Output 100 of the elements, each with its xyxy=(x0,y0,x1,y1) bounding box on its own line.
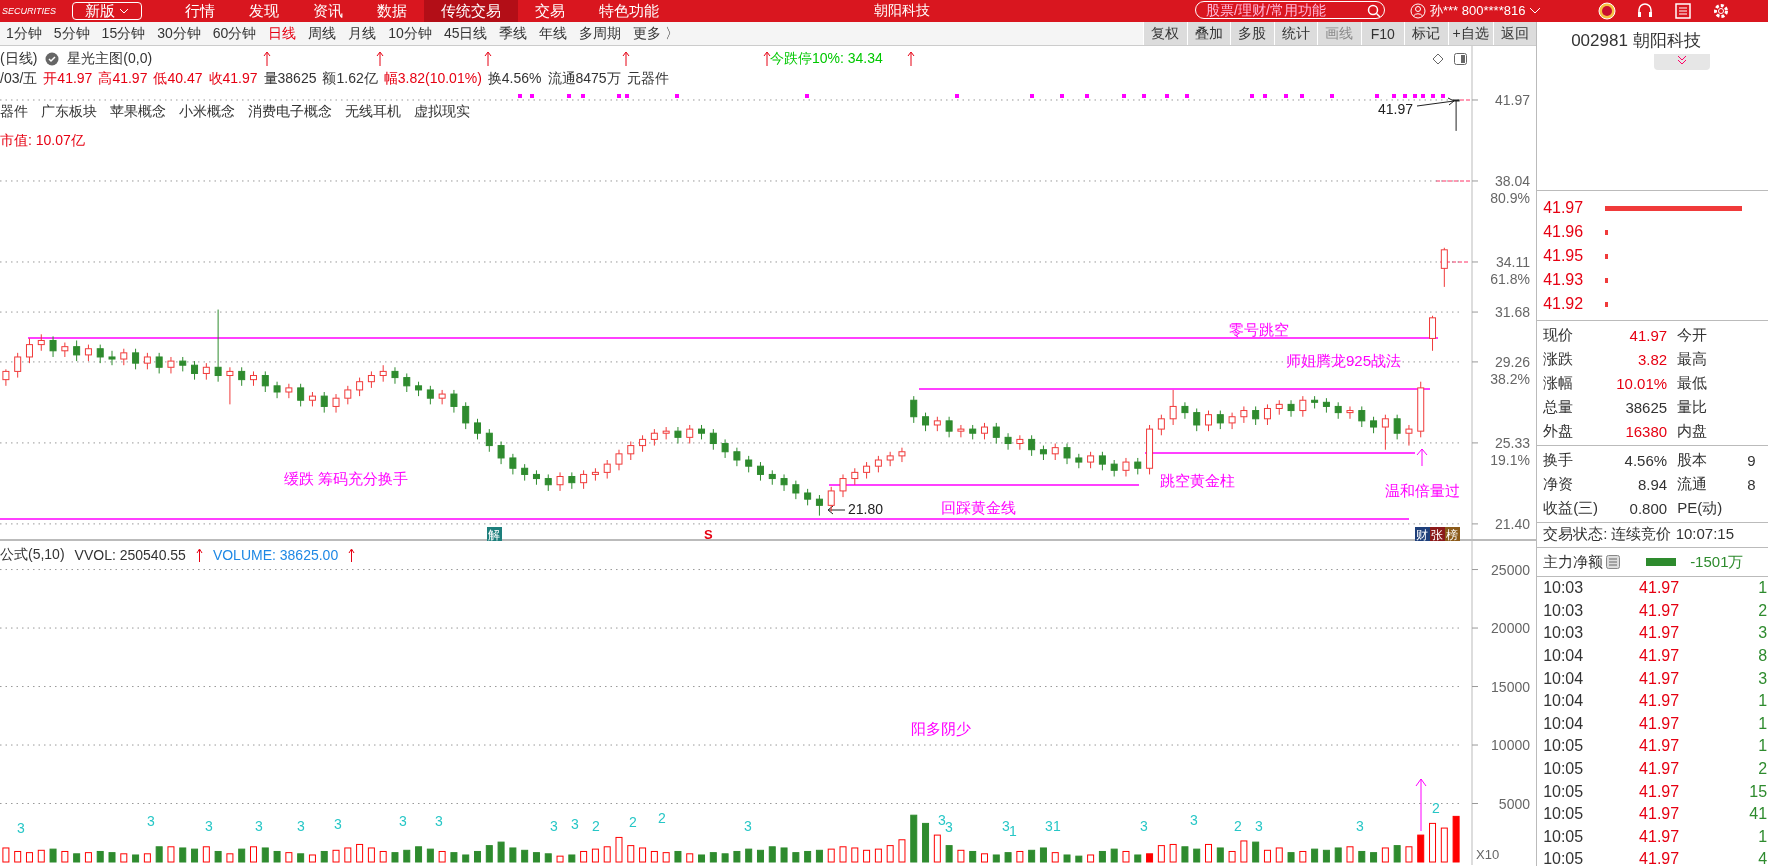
nav-tab[interactable]: 特色功能 xyxy=(582,0,676,22)
search-icon[interactable] xyxy=(1367,4,1381,18)
diamond-icon[interactable] xyxy=(1432,53,1444,65)
period-tab[interactable]: 周线 xyxy=(302,24,343,43)
ratio-label: 80.9% xyxy=(1490,190,1530,206)
period-tab[interactable]: 5分钟 xyxy=(47,24,96,43)
toolbar-button[interactable]: +自选 xyxy=(1447,22,1493,45)
concept-tag[interactable]: 无线耳机 xyxy=(345,103,401,121)
candlestick xyxy=(226,366,234,405)
signal-number: 3 xyxy=(945,819,953,835)
signal-number: 3 xyxy=(1002,818,1010,834)
toolbar-button[interactable]: 叠加 xyxy=(1186,22,1231,45)
bar xyxy=(839,846,847,863)
candlestick xyxy=(992,422,1000,445)
period-tab[interactable]: 60分钟 xyxy=(206,24,263,43)
quote-value: 流通8475万 xyxy=(547,70,621,88)
bar xyxy=(1098,850,1106,863)
nav-tab[interactable]: 传统交易 xyxy=(424,0,518,22)
user-account[interactable]: 孙*** 800****816 xyxy=(1430,2,1526,20)
nav-tab[interactable]: 资讯 xyxy=(296,0,360,22)
bar xyxy=(273,850,281,863)
medal-icon[interactable] xyxy=(1598,2,1616,20)
nav-tab[interactable]: 发现 xyxy=(232,0,296,22)
period-tab[interactable]: 年线 xyxy=(533,24,574,43)
candlestick xyxy=(450,389,458,414)
bar xyxy=(96,850,104,863)
bar xyxy=(108,852,116,863)
chevron-icon xyxy=(1676,54,1689,66)
signal-number: 3 xyxy=(1356,818,1364,834)
nav-tab[interactable]: 行情 xyxy=(168,0,232,22)
bar xyxy=(709,852,717,863)
search-field[interactable]: 股票/理财/常用功能 xyxy=(1195,1,1385,19)
user-icon[interactable] xyxy=(1410,3,1426,19)
period-tab[interactable]: 30分钟 xyxy=(151,24,207,43)
candlestick xyxy=(1016,434,1024,451)
concept-tag[interactable]: 虚拟现实 xyxy=(414,103,470,121)
settings-icon[interactable] xyxy=(1712,2,1730,20)
period-tab[interactable]: 更多 〉 xyxy=(627,24,686,43)
vvol-value: VVOL: 250540.55 xyxy=(74,547,186,563)
bar xyxy=(143,853,151,863)
concept-tag[interactable]: 广东板块 xyxy=(41,103,97,121)
bar xyxy=(910,814,918,863)
stat-value: 8.94 xyxy=(1636,475,1668,493)
bar xyxy=(320,850,328,863)
version-button[interactable]: 新版 xyxy=(72,2,142,20)
period-tab[interactable]: 日线 xyxy=(262,24,303,43)
period-tab[interactable]: 1分钟 xyxy=(0,24,48,43)
bar xyxy=(544,853,552,863)
period-tab[interactable]: 45日线 xyxy=(437,24,494,43)
bar xyxy=(1216,847,1224,863)
trading-status: 交易状态: 连续竞价 10:07:15 xyxy=(1537,522,1768,548)
bar xyxy=(1146,853,1154,863)
chevron-icon[interactable] xyxy=(1529,7,1542,15)
axis-label: 20000 xyxy=(1491,620,1530,637)
period-tab[interactable]: 15分钟 xyxy=(95,24,152,43)
concept-tag[interactable]: 小米概念 xyxy=(179,103,235,121)
list-icon[interactable] xyxy=(1606,555,1621,569)
toolbar-button[interactable]: F10 xyxy=(1360,22,1405,45)
stat-value: 9 xyxy=(1747,451,1757,469)
annotation-text: 阳多阴少 xyxy=(911,720,971,737)
toolbar-button[interactable]: 返回 xyxy=(1492,22,1537,45)
annotation-text: 温和倍量过 xyxy=(1385,482,1460,499)
tick-price: 41.97 xyxy=(1638,624,1680,643)
period-tab[interactable]: 多周期 xyxy=(573,24,628,43)
candlestick xyxy=(1440,247,1448,288)
tick-time: 10:03 xyxy=(1543,579,1585,598)
check-circle-icon[interactable] xyxy=(45,52,60,66)
candlestick xyxy=(25,337,33,364)
bar xyxy=(1440,827,1448,863)
candlestick xyxy=(108,350,116,366)
candlestick xyxy=(1287,399,1295,418)
bar xyxy=(591,848,599,863)
headset-icon[interactable] xyxy=(1636,2,1654,20)
bar xyxy=(1134,854,1142,863)
bar xyxy=(521,849,529,863)
candlestick xyxy=(49,335,57,358)
toolbar-button[interactable]: 复权 xyxy=(1143,22,1187,45)
tick-time: 10:05 xyxy=(1543,737,1585,756)
candlestick xyxy=(1098,451,1106,471)
concept-tag[interactable]: 消费电子概念 xyxy=(248,103,332,121)
toolbar-button[interactable]: 标记 xyxy=(1404,22,1448,45)
concept-tag[interactable]: 器件 xyxy=(0,103,28,121)
indicator-name[interactable]: 星光主图(0,0) xyxy=(67,50,153,68)
main-flow-label: 主力净额 xyxy=(1543,552,1604,572)
candlestick xyxy=(1263,403,1271,426)
candlestick xyxy=(1358,405,1366,428)
bar xyxy=(1205,843,1213,863)
toolbar-button[interactable]: 多股 xyxy=(1230,22,1274,45)
nav-tab[interactable]: 交易 xyxy=(518,0,582,22)
period-tab[interactable]: 10分钟 xyxy=(382,24,438,43)
period-tab[interactable]: 月线 xyxy=(342,24,383,43)
period-tab[interactable]: 季线 xyxy=(493,24,534,43)
panel-icon[interactable] xyxy=(1454,53,1467,65)
candlestick xyxy=(756,461,764,482)
nav-tab[interactable]: 数据 xyxy=(360,0,424,22)
toolbar-button[interactable]: 统计 xyxy=(1273,22,1318,45)
bar xyxy=(532,852,540,863)
concept-tag[interactable]: 苹果概念 xyxy=(110,103,166,121)
signal-number: 2 xyxy=(1234,818,1242,834)
bar xyxy=(1039,847,1047,863)
